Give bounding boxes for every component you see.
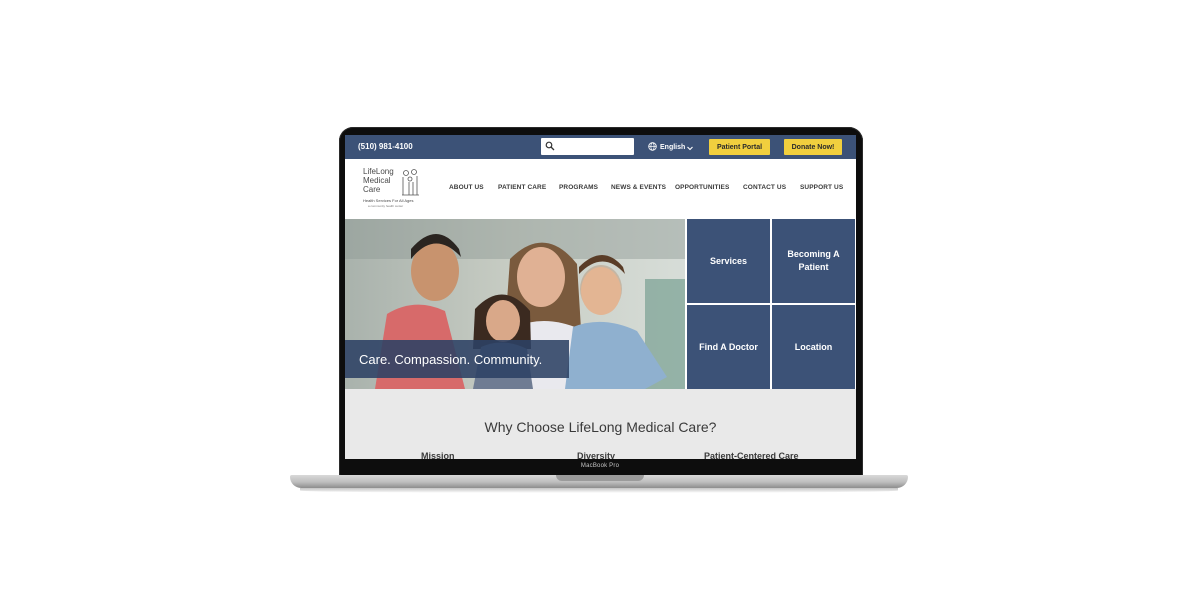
mission-heading: Mission — [421, 451, 455, 459]
logo[interactable]: LifeLong Medical Care Health Services Fo… — [363, 167, 425, 215]
becoming-a-patient-label: Becoming A Patient — [787, 249, 840, 272]
nav-programs[interactable]: PROGRAMS — [559, 184, 598, 191]
language-label: English — [660, 144, 686, 151]
logo-subline: a community health center — [368, 204, 404, 208]
hero-banner: Care. Compassion. Community. — [345, 219, 685, 389]
logo-line-3: Care — [363, 185, 381, 194]
laptop-screen: (510) 981-4100 English Patient Portal Do… — [345, 135, 856, 459]
nav-opportunities[interactable]: OPPORTUNITIES — [675, 184, 729, 191]
patient-centered-care-heading: Patient-Centered Care — [704, 451, 799, 459]
becoming-a-patient-tile[interactable]: Becoming A Patient — [772, 219, 855, 303]
logo-line-2: Medical — [363, 176, 391, 185]
device-label: MacBook Pro — [580, 463, 620, 469]
nav-news-events[interactable]: NEWS & EVENTS — [611, 184, 666, 191]
globe-icon — [648, 142, 657, 151]
services-tile[interactable]: Services — [687, 219, 770, 303]
family-logo-icon — [402, 169, 419, 196]
donate-button[interactable]: Donate Now! — [784, 139, 842, 155]
find-a-doctor-tile[interactable]: Find A Doctor — [687, 305, 770, 389]
search-input[interactable] — [541, 138, 634, 155]
search-icon — [545, 141, 555, 151]
nav-contact-us[interactable]: CONTACT US — [743, 184, 786, 191]
language-selector[interactable]: English — [648, 142, 696, 151]
phone-number[interactable]: (510) 981-4100 — [358, 142, 413, 151]
patient-portal-button[interactable]: Patient Portal — [709, 139, 770, 155]
laptop-shadow — [300, 488, 898, 493]
nav-patient-care[interactable]: PATIENT CARE — [498, 184, 546, 191]
utility-bar: (510) 981-4100 English Patient Portal Do… — [345, 135, 856, 159]
location-tile[interactable]: Location — [772, 305, 855, 389]
section-title: Why Choose LifeLong Medical Care? — [484, 419, 717, 435]
logo-line-1: LifeLong — [363, 167, 394, 176]
laptop-notch — [556, 475, 644, 481]
nav-about-us[interactable]: ABOUT US — [449, 184, 484, 191]
hero-tagline: Care. Compassion. Community. — [345, 340, 569, 378]
site-header: LifeLong Medical Care Health Services Fo… — [345, 159, 856, 219]
diversity-heading: Diversity — [577, 451, 616, 459]
nav-support-us[interactable]: SUPPORT US — [800, 184, 843, 191]
why-choose-section: Why Choose LifeLong Medical Care? Missio… — [345, 389, 856, 459]
chevron-down-icon — [687, 146, 694, 151]
logo-tagline: Health Services For All Ages — [363, 198, 414, 203]
